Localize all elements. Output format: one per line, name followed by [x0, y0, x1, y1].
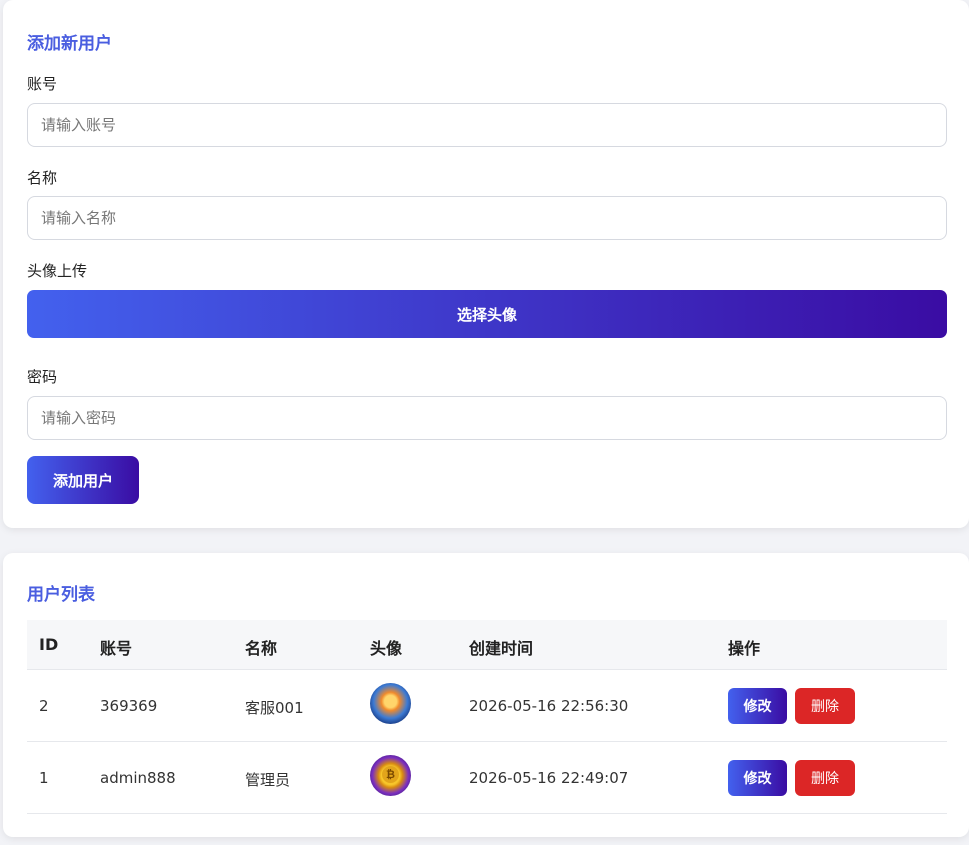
column-header-created: 创建时间: [469, 639, 534, 658]
user-table: ID 账号 名称 头像 创建时间 操作 2 369369 客服001 2026-…: [27, 620, 947, 814]
column-header-account: 账号: [100, 639, 133, 658]
choose-avatar-button[interactable]: 选择头像: [27, 290, 947, 338]
cell-id: 1: [39, 769, 49, 787]
table-row: 2 369369 客服001 2026-05-16 22:56:30 修改 删除: [27, 670, 947, 742]
avatar-image-1: [370, 683, 411, 724]
cell-name: 客服001: [245, 699, 304, 717]
cell-name: 管理员: [245, 771, 291, 789]
account-input[interactable]: [27, 103, 947, 147]
cell-account: 369369: [100, 697, 158, 715]
edit-button[interactable]: 修改: [728, 688, 787, 724]
table-row: 1 admin888 管理员 ₿ 2026-05-16 22:49:07 修改 …: [27, 742, 947, 814]
column-header-avatar: 头像: [370, 639, 403, 658]
column-header-id: ID: [39, 635, 59, 654]
delete-button[interactable]: 删除: [795, 688, 855, 724]
cell-created: 2026-05-16 22:49:07: [469, 769, 629, 787]
avatar-upload-label: 头像上传: [27, 262, 88, 280]
add-user-title: 添加新用户: [27, 34, 112, 54]
user-list-card: 用户列表 ID 账号 名称 头像 创建时间 操作 2 369369 客服001 …: [3, 553, 969, 837]
add-user-card: 添加新用户 账号 名称 头像上传 选择头像 密码 添加用户: [3, 0, 969, 528]
table-header: ID 账号 名称 头像 创建时间 操作: [27, 620, 947, 670]
name-label: 名称: [27, 169, 58, 187]
password-input[interactable]: [27, 396, 947, 440]
edit-button[interactable]: 修改: [728, 760, 787, 796]
cell-id: 2: [39, 697, 49, 715]
account-label: 账号: [27, 75, 58, 93]
add-user-button[interactable]: 添加用户: [27, 456, 139, 504]
column-header-actions: 操作: [728, 639, 761, 658]
name-input[interactable]: [27, 196, 947, 240]
user-list-title: 用户列表: [27, 585, 95, 605]
cell-account: admin888: [100, 769, 176, 787]
password-label: 密码: [27, 368, 58, 386]
cell-created: 2026-05-16 22:56:30: [469, 697, 629, 715]
column-header-name: 名称: [245, 639, 278, 658]
avatar-image-2: ₿: [370, 755, 411, 796]
bitcoin-icon: ₿: [382, 766, 399, 783]
delete-button[interactable]: 删除: [795, 760, 855, 796]
